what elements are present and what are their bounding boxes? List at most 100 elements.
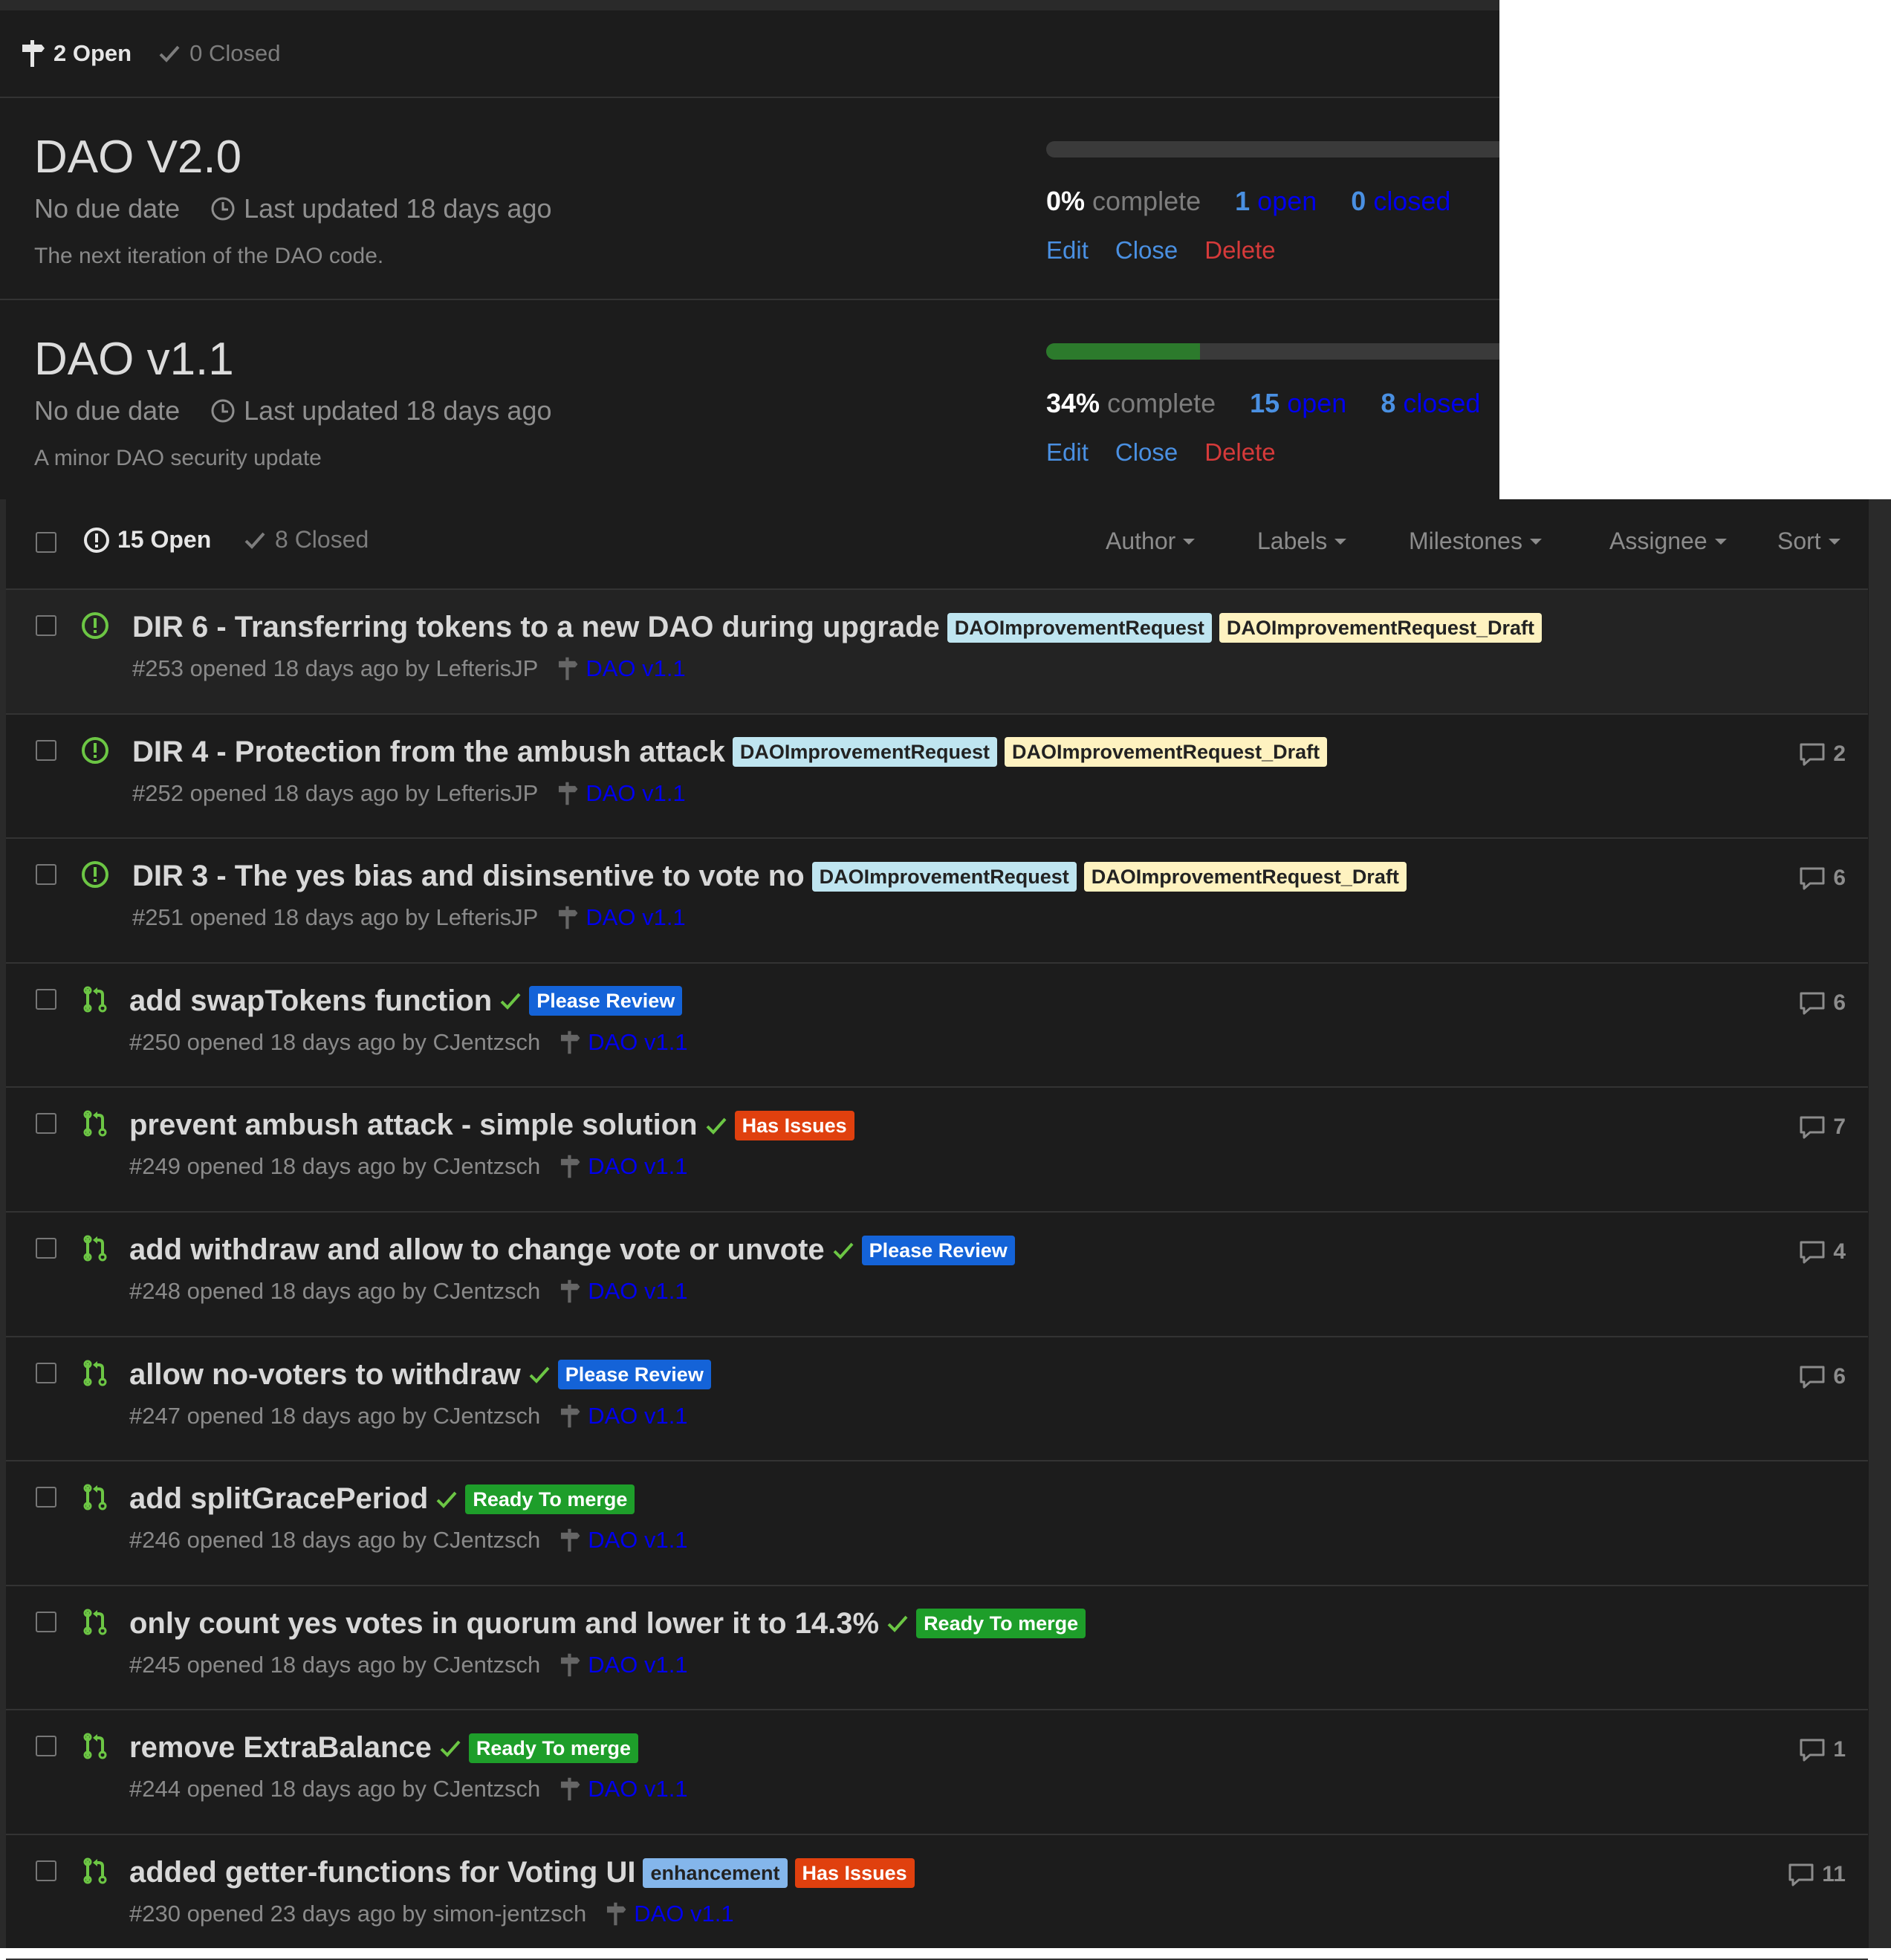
- comment-count-value: 11: [1822, 1862, 1846, 1886]
- milestone-edit-link[interactable]: Edit: [1046, 236, 1089, 265]
- author-filter[interactable]: Author: [1106, 528, 1196, 555]
- issue-row[interactable]: DIR 4 - Protection from the ambush attac…: [6, 715, 1868, 840]
- issue-milestone-link[interactable]: DAO v1.1: [556, 780, 686, 807]
- pull-request-row[interactable]: remove ExtraBalance Ready To merge #244 …: [6, 1710, 1868, 1835]
- issue-milestone-link[interactable]: DAO v1.1: [558, 1029, 688, 1056]
- issue-label[interactable]: Please Review: [861, 1235, 1015, 1265]
- issue-checkbox[interactable]: [36, 1362, 56, 1383]
- issue-milestone-link[interactable]: DAO v1.1: [558, 1652, 688, 1678]
- assignee-filter[interactable]: Assignee: [1609, 528, 1727, 555]
- milestone-delete-link[interactable]: Delete: [1204, 236, 1275, 265]
- issue-title-link[interactable]: DIR 6 - Transferring tokens to a new DAO…: [132, 611, 940, 644]
- issue-label[interactable]: Ready To merge: [468, 1733, 638, 1763]
- comment-count[interactable]: 4: [1799, 1239, 1846, 1265]
- milestone-open-count[interactable]: 15 open: [1250, 388, 1346, 419]
- issue-title-link[interactable]: add withdraw and allow to change vote or…: [129, 1233, 825, 1267]
- issue-label[interactable]: DAOImprovementRequest_Draft: [1219, 612, 1542, 643]
- comment-count[interactable]: 2: [1799, 742, 1846, 767]
- pull-request-row[interactable]: only count yes votes in quorum and lower…: [6, 1586, 1868, 1711]
- issue-label[interactable]: Please Review: [529, 986, 683, 1016]
- issue-label[interactable]: Please Review: [557, 1360, 711, 1390]
- sort-filter[interactable]: Sort: [1777, 528, 1840, 555]
- issue-title-link[interactable]: added getter-functions for Voting UI: [129, 1856, 635, 1889]
- labels-filter[interactable]: Labels: [1257, 528, 1347, 555]
- issue-checkbox[interactable]: [36, 864, 56, 886]
- issue-label[interactable]: Has Issues: [734, 1110, 854, 1140]
- issue-label[interactable]: DAOImprovementRequest_Draft: [1005, 737, 1328, 768]
- comment-count[interactable]: 11: [1788, 1862, 1846, 1887]
- comment-count[interactable]: 6: [1799, 866, 1846, 891]
- milestone-close-link[interactable]: Close: [1115, 236, 1178, 265]
- comment-count[interactable]: 6: [1799, 1364, 1846, 1389]
- issue-row[interactable]: DIR 6 - Transferring tokens to a new DAO…: [6, 590, 1868, 715]
- caret-down-icon: [1828, 538, 1840, 545]
- issue-milestone-link[interactable]: DAO v1.1: [556, 904, 686, 931]
- issue-title-link[interactable]: only count yes votes in quorum and lower…: [129, 1607, 879, 1641]
- pull-request-row[interactable]: add splitGracePeriod Ready To merge #246…: [6, 1461, 1868, 1586]
- pull-request-row[interactable]: added getter-functions for Voting UI enh…: [6, 1835, 1868, 1960]
- pull-request-row[interactable]: add withdraw and allow to change vote or…: [6, 1213, 1868, 1337]
- comment-count-value: 6: [1833, 866, 1846, 891]
- issue-title-link[interactable]: DIR 3 - The yes bias and disinsentive to…: [132, 860, 805, 893]
- git-pull-request-icon: [83, 1609, 107, 1635]
- issue-label[interactable]: DAOImprovementRequest: [947, 612, 1212, 643]
- milestone-open-count[interactable]: 1 open: [1235, 186, 1317, 217]
- milestone-stats: 34% complete 15 open 8 closed: [1046, 388, 1514, 419]
- milestone-title[interactable]: DAO v1.1: [34, 333, 234, 386]
- issues-open-tab[interactable]: 15 Open: [83, 526, 211, 554]
- issues-closed-tab[interactable]: 8 Closed: [244, 526, 369, 554]
- comment-count[interactable]: 1: [1799, 1737, 1846, 1762]
- issue-milestone-link[interactable]: DAO v1.1: [556, 655, 686, 682]
- issue-title-link[interactable]: remove ExtraBalance: [129, 1731, 432, 1765]
- issue-label[interactable]: Ready To merge: [465, 1484, 635, 1514]
- issue-label[interactable]: DAOImprovementRequest: [732, 737, 997, 768]
- milestones-open-tab[interactable]: 2 Open: [19, 39, 132, 68]
- issue-milestone-link[interactable]: DAO v1.1: [558, 1403, 688, 1430]
- issue-label[interactable]: Has Issues: [794, 1857, 915, 1888]
- issue-checkbox[interactable]: [36, 1113, 56, 1135]
- issues-header: 15 Open 8 Closed Author Labels Milestone…: [6, 499, 1868, 590]
- comment-count[interactable]: 7: [1799, 1114, 1846, 1140]
- issue-checkbox[interactable]: [36, 615, 56, 636]
- milestone-title[interactable]: DAO V2.0: [34, 131, 241, 184]
- milestone-closed-count[interactable]: 0 closed: [1351, 186, 1450, 217]
- issue-title-link[interactable]: allow no-voters to withdraw: [129, 1358, 521, 1392]
- issue-title-link[interactable]: DIR 4 - Protection from the ambush attac…: [132, 736, 725, 769]
- issue-milestone-link[interactable]: DAO v1.1: [558, 1153, 688, 1180]
- milestones-closed-tab[interactable]: 0 Closed: [158, 40, 280, 67]
- comment-count-value: 4: [1833, 1239, 1846, 1264]
- issue-title-link[interactable]: prevent ambush attack - simple solution: [129, 1109, 698, 1142]
- milestone-icon: [559, 906, 578, 929]
- issue-checkbox[interactable]: [36, 1860, 56, 1881]
- issue-checkbox[interactable]: [36, 739, 56, 761]
- pull-request-row[interactable]: allow no-voters to withdraw Please Revie…: [6, 1337, 1868, 1462]
- pull-request-row[interactable]: add swapTokens function Please Review #2…: [6, 964, 1868, 1088]
- milestone-edit-link[interactable]: Edit: [1046, 438, 1089, 467]
- issue-meta: #230 opened 23 days ago by simon-jentzsc…: [129, 1901, 734, 1927]
- issue-checkbox[interactable]: [36, 1611, 56, 1632]
- pull-request-row[interactable]: prevent ambush attack - simple solution …: [6, 1088, 1868, 1213]
- issue-milestone-link[interactable]: DAO v1.1: [604, 1901, 734, 1927]
- issue-label[interactable]: enhancement: [643, 1857, 788, 1888]
- issue-title-link[interactable]: add splitGracePeriod: [129, 1482, 428, 1516]
- issue-label[interactable]: DAOImprovementRequest: [811, 861, 1077, 892]
- issue-row[interactable]: DIR 3 - The yes bias and disinsentive to…: [6, 839, 1868, 964]
- issue-checkbox[interactable]: [36, 1238, 56, 1259]
- scrollbar-track[interactable]: [1869, 499, 1891, 1948]
- milestones-filter[interactable]: Milestones: [1409, 528, 1542, 555]
- issue-milestone-link[interactable]: DAO v1.1: [558, 1776, 688, 1802]
- issue-checkbox[interactable]: [36, 988, 56, 1010]
- milestone-delete-link[interactable]: Delete: [1204, 438, 1275, 467]
- issue-title-link[interactable]: add swapTokens function: [129, 984, 492, 1018]
- select-all-checkbox[interactable]: [36, 532, 56, 553]
- comment-count[interactable]: 6: [1799, 990, 1846, 1016]
- comment-count-value: 2: [1833, 741, 1846, 766]
- issue-milestone-link[interactable]: DAO v1.1: [558, 1278, 688, 1305]
- milestone-close-link[interactable]: Close: [1115, 438, 1178, 467]
- issue-checkbox[interactable]: [36, 1487, 56, 1508]
- issue-label[interactable]: Ready To merge: [916, 1609, 1086, 1639]
- issue-checkbox[interactable]: [36, 1736, 56, 1757]
- milestone-closed-count[interactable]: 8 closed: [1381, 388, 1480, 419]
- issue-label[interactable]: DAOImprovementRequest_Draft: [1083, 861, 1407, 892]
- issue-milestone-link[interactable]: DAO v1.1: [558, 1527, 688, 1554]
